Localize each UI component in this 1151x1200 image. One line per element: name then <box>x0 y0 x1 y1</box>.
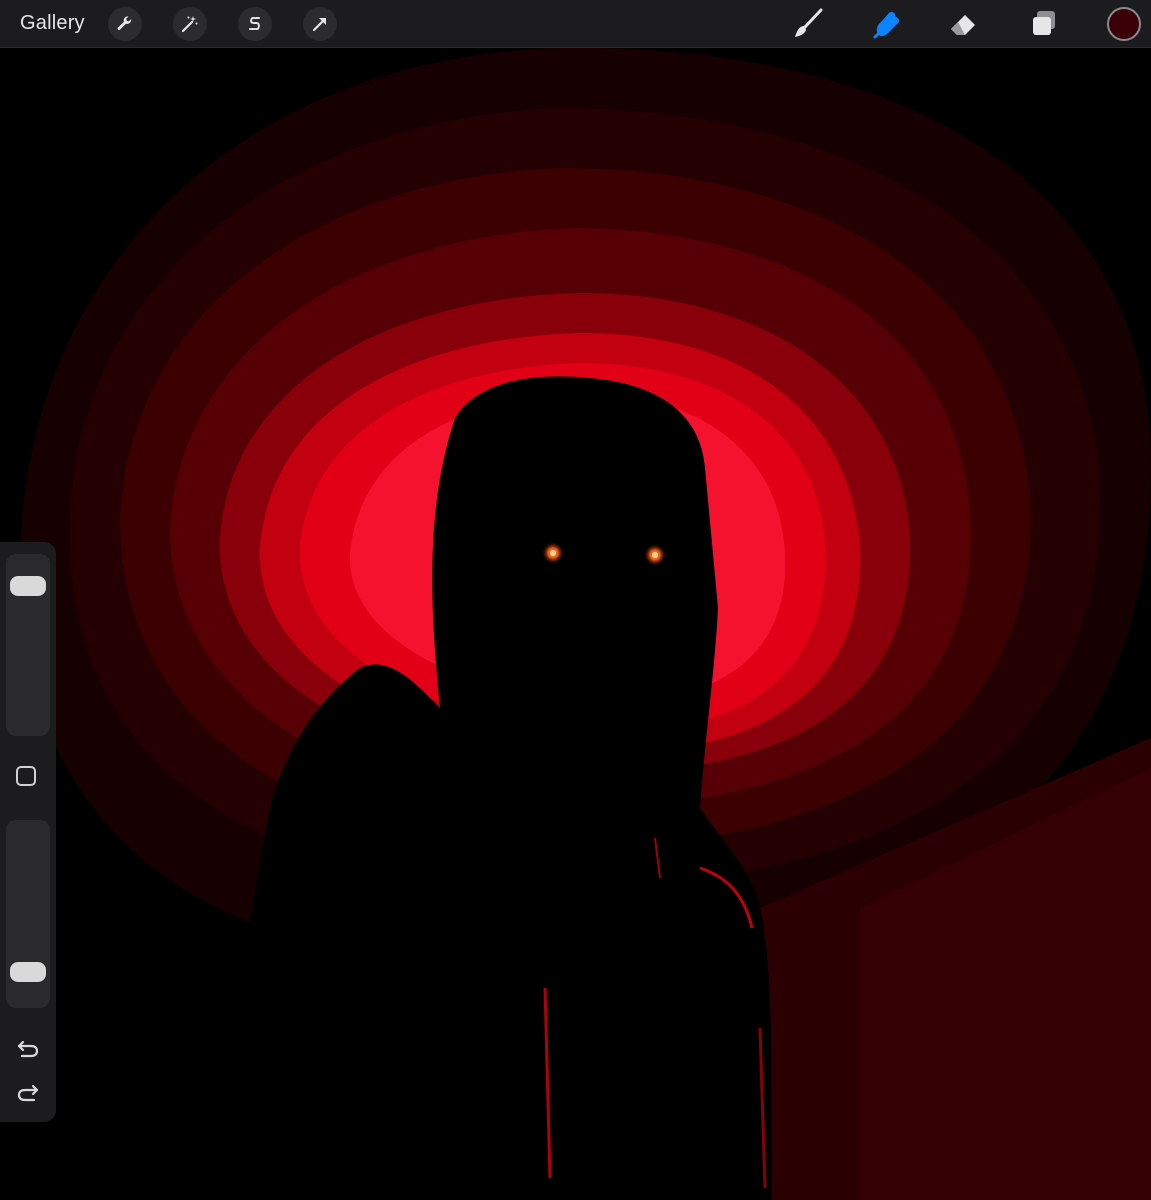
gallery-button[interactable]: Gallery <box>20 12 85 35</box>
modify-button[interactable] <box>16 766 36 786</box>
color-picker-button[interactable] <box>1107 7 1141 41</box>
selection-button[interactable] <box>238 7 272 41</box>
wrench-icon <box>117 16 132 31</box>
opacity-slider-thumb[interactable] <box>10 962 46 982</box>
eraser-tool-button[interactable] <box>946 6 982 42</box>
transform-arrow-icon <box>312 18 326 32</box>
selection-s-icon <box>249 17 260 30</box>
brush-tool-button[interactable] <box>790 6 826 42</box>
redo-button[interactable] <box>14 1082 42 1106</box>
actions-button[interactable] <box>108 7 142 41</box>
magic-wand-icon <box>181 16 198 33</box>
brush-size-slider[interactable] <box>6 554 50 736</box>
opacity-slider[interactable] <box>6 820 50 1008</box>
undo-button[interactable] <box>14 1036 42 1060</box>
transform-button[interactable] <box>303 7 337 41</box>
adjustments-button[interactable] <box>173 7 207 41</box>
undo-icon <box>17 1040 39 1058</box>
left-eye-core <box>550 550 556 556</box>
eraser-icon <box>951 15 975 35</box>
right-eye-core <box>652 552 658 558</box>
smudge-tool-button[interactable] <box>868 6 904 42</box>
layers-button[interactable] <box>1026 6 1062 42</box>
top-toolbar: Gallery <box>0 0 1151 48</box>
artwork <box>20 48 1151 1200</box>
smudge-icon <box>873 11 900 39</box>
brush-size-slider-thumb[interactable] <box>10 576 46 596</box>
brush-icon <box>795 8 823 37</box>
drawing-canvas[interactable] <box>0 48 1151 1200</box>
layers-icon <box>1033 11 1055 35</box>
redo-icon <box>17 1084 39 1102</box>
left-sidebar <box>0 542 56 1122</box>
